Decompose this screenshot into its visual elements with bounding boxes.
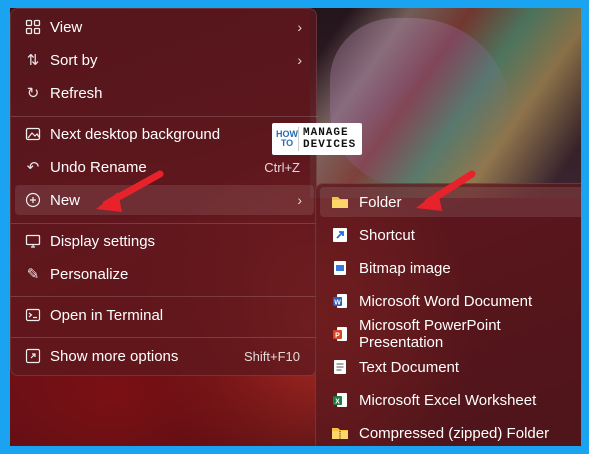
submenu-item-text-document[interactable]: Text Document — [320, 352, 581, 382]
menu-item-label: Microsoft PowerPoint Presentation — [359, 317, 501, 351]
menu-item-label: Sort by — [50, 51, 98, 69]
plus-circle-icon — [23, 190, 43, 210]
menu-separator — [11, 223, 318, 224]
excel-icon: X — [330, 390, 350, 410]
submenu-item-shortcut[interactable]: Shortcut — [320, 220, 581, 250]
desktop: View › ⇅ Sort by › ↻ Refresh Next deskto… — [10, 8, 581, 446]
menu-item-label: View — [50, 18, 83, 36]
menu-item-label: Personalize — [50, 265, 129, 283]
word-icon: W — [330, 291, 350, 311]
menu-item-label: Shortcut — [359, 226, 415, 244]
menu-item-label: Text Document — [359, 358, 460, 376]
zip-folder-icon — [330, 423, 350, 443]
menu-item-view[interactable]: View › — [15, 12, 314, 42]
bitmap-icon — [330, 258, 350, 278]
red-arrow-folder-icon — [416, 170, 476, 211]
submenu-item-excel-worksheet[interactable]: X Microsoft Excel Worksheet — [320, 385, 581, 415]
submenu-item-word-document[interactable]: W Microsoft Word Document — [320, 286, 581, 316]
menu-item-label: Compressed (zipped) Folder — [359, 424, 550, 442]
powerpoint-icon: P — [330, 324, 350, 344]
chevron-right-icon: › — [297, 52, 302, 68]
text-document-icon — [330, 357, 350, 377]
how-to-manage-devices-logo: HOW TO MANAGE DEVICES — [272, 123, 362, 155]
shortcut-icon — [330, 225, 350, 245]
menu-separator — [11, 116, 318, 117]
menu-item-label: Show more options — [50, 347, 179, 365]
svg-text:X: X — [335, 399, 340, 406]
svg-text:W: W — [334, 300, 341, 307]
menu-item-label: Microsoft Word Document — [359, 292, 533, 310]
terminal-icon — [23, 305, 43, 325]
folder-icon — [330, 192, 350, 212]
menu-item-refresh[interactable]: ↻ Refresh — [15, 78, 314, 108]
shortcut-text: Ctrl+Z — [264, 159, 300, 175]
image-icon — [23, 124, 43, 144]
display-icon — [23, 231, 43, 251]
submenu-item-bitmap-image[interactable]: Bitmap image — [320, 253, 581, 283]
logo-top-text: HOW TO — [276, 129, 298, 148]
menu-item-label: Display settings — [50, 232, 156, 250]
menu-item-label: Microsoft Excel Worksheet — [359, 391, 537, 409]
menu-separator — [11, 296, 318, 297]
expand-icon — [23, 346, 43, 366]
sort-icon: ⇅ — [26, 52, 40, 69]
brush-icon: ✎ — [26, 266, 40, 283]
chevron-right-icon: › — [297, 192, 302, 208]
menu-item-label: Next desktop background — [50, 125, 221, 143]
menu-item-display-settings[interactable]: Display settings — [15, 226, 314, 256]
logo-bottom-text: MANAGE DEVICES — [298, 127, 358, 151]
menu-separator — [11, 337, 318, 338]
submenu-item-compressed-folder[interactable]: Compressed (zipped) Folder — [320, 418, 581, 446]
menu-item-personalize[interactable]: ✎ Personalize — [15, 259, 314, 289]
red-arrow-new-icon — [96, 170, 164, 212]
menu-item-open-in-terminal[interactable]: Open in Terminal — [15, 300, 314, 330]
menu-item-label: Open in Terminal — [50, 306, 164, 324]
chevron-right-icon: › — [297, 19, 302, 35]
submenu-item-powerpoint-presentation[interactable]: P Microsoft PowerPoint Presentation — [320, 317, 581, 351]
new-submenu: Folder Shortcut Bitmap image W Microsoft… — [315, 183, 581, 446]
menu-item-label: Folder — [359, 193, 402, 211]
grid-icon — [23, 17, 43, 37]
shortcut-text: Shift+F10 — [243, 348, 300, 364]
menu-item-next-desktop-background[interactable]: Next desktop background — [15, 119, 314, 149]
menu-item-show-more-options[interactable]: Show more options Shift+F10 — [15, 341, 314, 371]
menu-item-label: Refresh — [50, 84, 103, 102]
menu-item-label: Bitmap image — [359, 259, 451, 277]
menu-item-label: New — [50, 191, 81, 209]
menu-item-sort-by[interactable]: ⇅ Sort by › — [15, 45, 314, 75]
refresh-icon: ↻ — [26, 85, 40, 102]
svg-text:P: P — [335, 333, 340, 340]
undo-icon: ↶ — [26, 159, 40, 176]
